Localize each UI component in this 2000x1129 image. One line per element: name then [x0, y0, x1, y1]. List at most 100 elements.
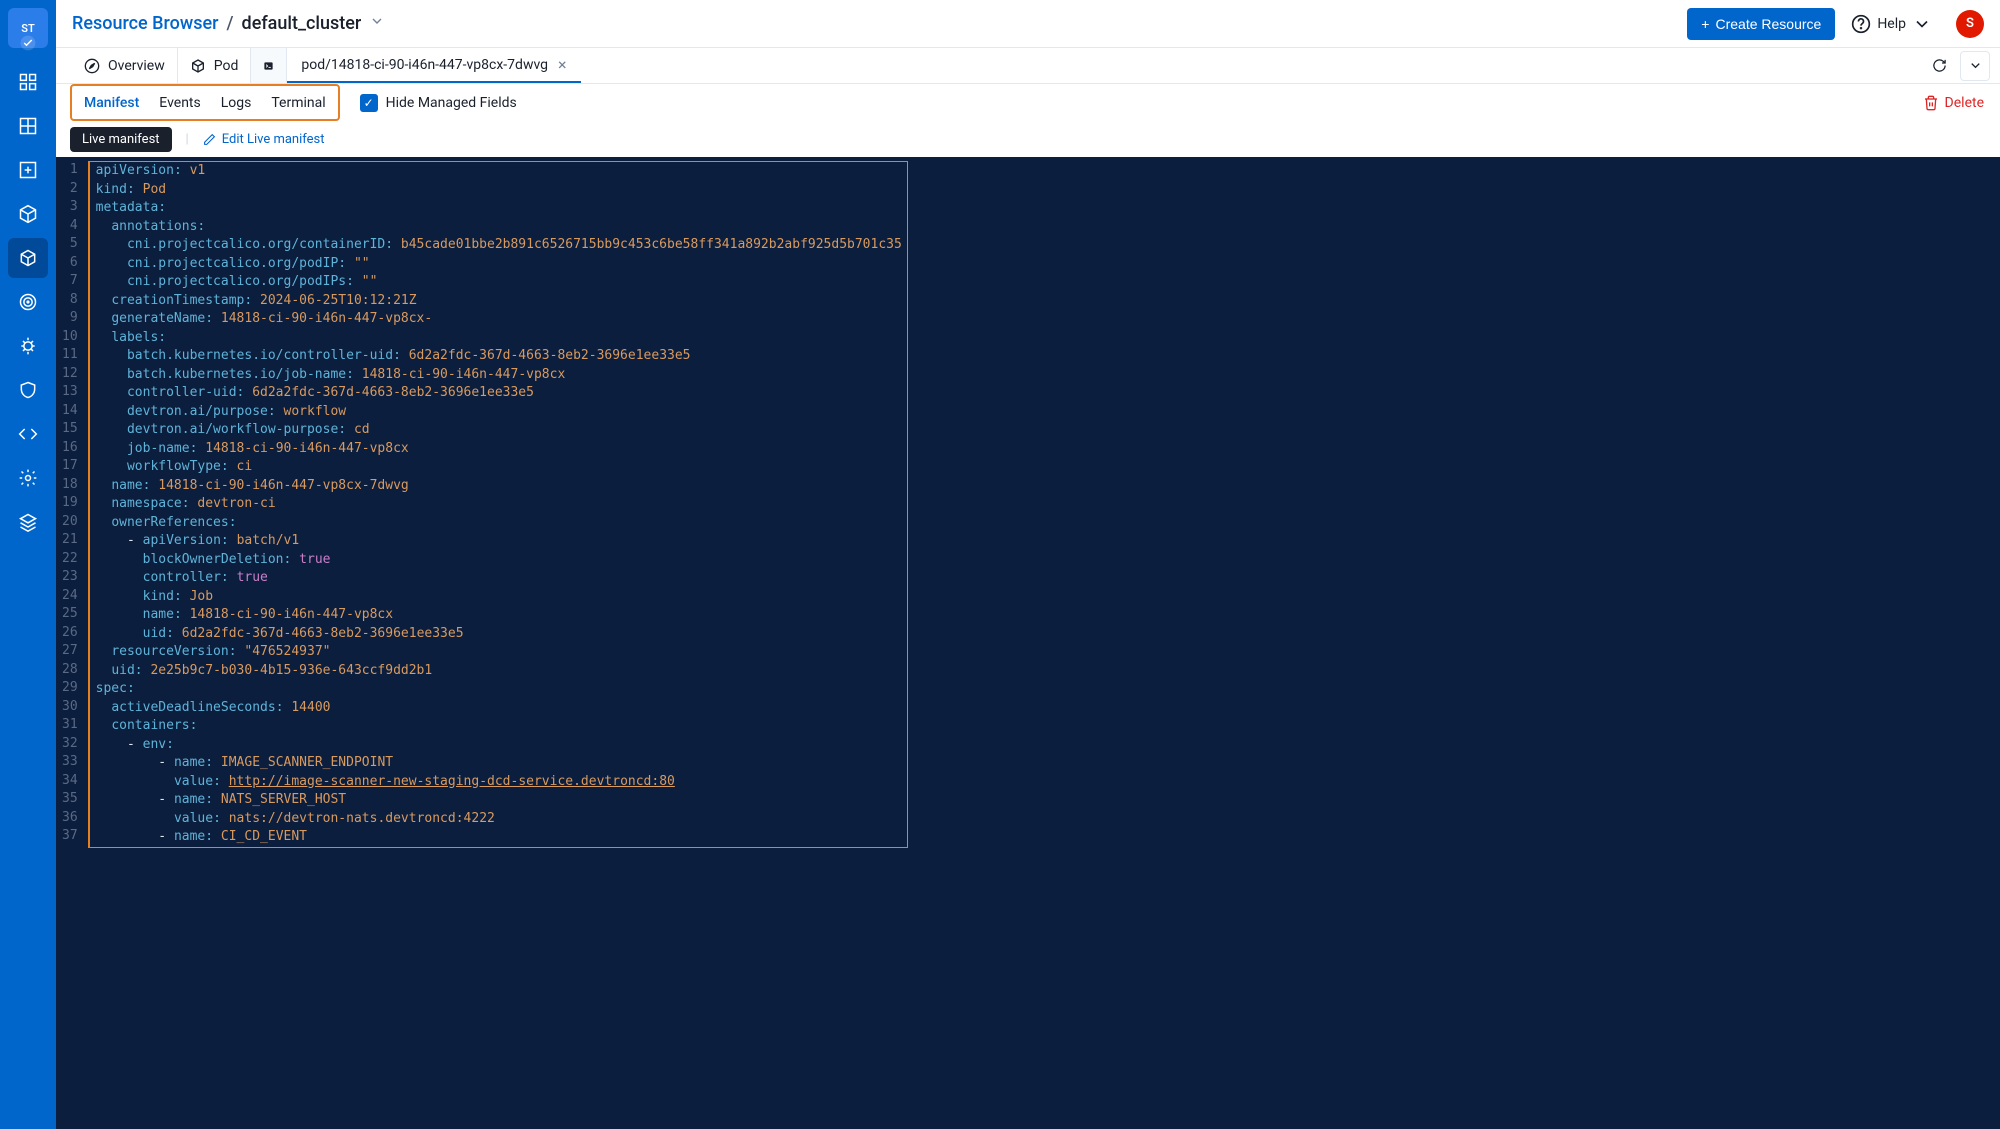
- yaml-line: - name: IMAGE_SCANNER_ENDPOINT: [90, 754, 907, 773]
- terminal-icon: [263, 58, 274, 74]
- nav-cube-icon[interactable]: [8, 238, 48, 278]
- open-pod-tab[interactable]: pod/14818-ci-90-i46n-447-vp8cx-7dwvg ×: [287, 48, 580, 83]
- yaml-line: generateName: 14818-ci-90-i46n-447-vp8cx…: [90, 310, 907, 329]
- breadcrumb-root-link[interactable]: Resource Browser: [72, 13, 219, 34]
- yaml-line: workflowType: ci: [90, 458, 907, 477]
- pod-label: Pod: [214, 58, 239, 74]
- yaml-line: resourceVersion: "476524937": [90, 643, 907, 662]
- subtab-manifest[interactable]: Manifest: [74, 89, 149, 117]
- nav-code-icon[interactable]: [8, 414, 48, 454]
- yaml-line: - env:: [90, 736, 907, 755]
- pencil-icon: [203, 133, 216, 146]
- nav-gear-icon[interactable]: [8, 458, 48, 498]
- yaml-line: cni.projectcalico.org/podIP: "": [90, 255, 907, 274]
- yaml-line: spec:: [90, 680, 907, 699]
- delete-button[interactable]: Delete: [1923, 95, 2000, 111]
- yaml-line: devtron.ai/workflow-purpose: cd: [90, 421, 907, 440]
- yaml-line: kind: Job: [90, 588, 907, 607]
- delete-label: Delete: [1945, 95, 1984, 111]
- yaml-line: kind: Pod: [90, 181, 907, 200]
- yaml-line: name: 14818-ci-90-i46n-447-vp8cx: [90, 606, 907, 625]
- close-icon[interactable]: ×: [558, 55, 567, 74]
- nav-package-icon[interactable]: [8, 194, 48, 234]
- chevron-down-icon: [1968, 58, 1983, 73]
- subtab-terminal[interactable]: Terminal: [261, 89, 335, 117]
- yaml-line: ownerReferences:: [90, 514, 907, 533]
- code-area[interactable]: apiVersion: v1kind: Podmetadata: annotat…: [88, 157, 1044, 1129]
- yaml-line: devtron.ai/purpose: workflow: [90, 403, 907, 422]
- edit-manifest-link[interactable]: Edit Live manifest: [203, 132, 325, 147]
- yaml-line: job-name: 14818-ci-90-i46n-447-vp8cx: [90, 440, 907, 459]
- pod-tab[interactable]: Pod: [178, 48, 252, 83]
- detail-subtabs: Manifest Events Logs Terminal ✓ Hide Man…: [56, 84, 2000, 121]
- create-resource-button[interactable]: + Create Resource: [1687, 8, 1835, 40]
- yaml-line: apiVersion: v1: [90, 162, 907, 181]
- yaml-line: annotations:: [90, 218, 907, 237]
- trash-icon: [1923, 95, 1939, 111]
- subtab-highlight-box: Manifest Events Logs Terminal: [70, 84, 340, 121]
- overview-tab[interactable]: Overview: [72, 48, 178, 83]
- dropdown-button[interactable]: [1960, 51, 1990, 81]
- user-avatar[interactable]: S: [1956, 10, 1984, 38]
- yaml-line: activeDeadlineSeconds: 14400: [90, 699, 907, 718]
- subtab-events[interactable]: Events: [149, 89, 210, 117]
- edit-manifest-label: Edit Live manifest: [222, 132, 325, 147]
- nav-apps-icon[interactable]: [8, 62, 48, 102]
- yaml-line: batch.kubernetes.io/controller-uid: 6d2a…: [90, 347, 907, 366]
- yaml-line: metadata:: [90, 199, 907, 218]
- line-number-gutter: 1234567891011121314151617181920212223242…: [56, 157, 88, 1129]
- yaml-line: uid: 2e25b9c7-b030-4b15-936e-643ccf9dd2b…: [90, 662, 907, 681]
- breadcrumb: Resource Browser / default_cluster: [72, 13, 385, 34]
- refresh-button[interactable]: [1924, 51, 1954, 81]
- terminal-icon-tab[interactable]: [251, 48, 287, 83]
- help-label: Help: [1877, 16, 1906, 32]
- yaml-line: value: nats://devtron-nats.devtroncd:422…: [90, 810, 907, 829]
- nav-add-panel-icon[interactable]: [8, 150, 48, 190]
- cube-icon: [190, 58, 206, 74]
- hide-managed-fields-toggle[interactable]: ✓ Hide Managed Fields: [360, 94, 517, 112]
- compass-icon: [84, 58, 100, 74]
- help-icon: [1851, 14, 1871, 34]
- yaml-line: cni.projectcalico.org/podIPs: "": [90, 273, 907, 292]
- yaml-line: controller-uid: 6d2a2fdc-367d-4663-8eb2-…: [90, 384, 907, 403]
- yaml-line: namespace: devtron-ci: [90, 495, 907, 514]
- help-menu[interactable]: Help: [1843, 8, 1940, 40]
- yaml-editor[interactable]: 1234567891011121314151617181920212223242…: [56, 157, 2000, 1129]
- yaml-line: creationTimestamp: 2024-06-25T10:12:21Z: [90, 292, 907, 311]
- nav-bug-icon[interactable]: [8, 326, 48, 366]
- refresh-icon: [1932, 58, 1947, 73]
- yaml-line: - name: CI_CD_EVENT: [90, 828, 907, 847]
- yaml-line: name: 14818-ci-90-i46n-447-vp8cx-7dwvg: [90, 477, 907, 496]
- plus-icon: +: [1701, 16, 1709, 32]
- yaml-line: batch.kubernetes.io/job-name: 14818-ci-9…: [90, 366, 907, 385]
- yaml-line: value: http://image-scanner-new-staging-…: [90, 773, 907, 792]
- yaml-line: - name: NATS_SERVER_HOST: [90, 791, 907, 810]
- logo-badge-icon: [19, 34, 37, 52]
- yaml-line: - apiVersion: batch/v1: [90, 532, 907, 551]
- open-tab-label: pod/14818-ci-90-i46n-447-vp8cx-7dwvg: [301, 57, 548, 73]
- breadcrumb-current: default_cluster: [242, 13, 362, 34]
- yaml-line: containers:: [90, 717, 907, 736]
- live-manifest-pill[interactable]: Live manifest: [70, 127, 172, 152]
- overview-label: Overview: [108, 58, 165, 74]
- hide-managed-label: Hide Managed Fields: [386, 95, 517, 111]
- chevron-down-icon[interactable]: [369, 13, 385, 34]
- yaml-line: controller: true: [90, 569, 907, 588]
- nav-stack-icon[interactable]: [8, 502, 48, 542]
- nav-shield-icon[interactable]: [8, 370, 48, 410]
- nav-target-icon[interactable]: [8, 282, 48, 322]
- subtab-logs[interactable]: Logs: [211, 89, 262, 117]
- yaml-line: cni.projectcalico.org/containerID: b45ca…: [90, 236, 907, 255]
- context-tabbar: Overview Pod pod/14818-ci-90-i46n-447-vp…: [56, 48, 2000, 84]
- checkbox-checked-icon: ✓: [360, 94, 378, 112]
- manifest-toolbar: Live manifest | Edit Live manifest: [56, 121, 2000, 157]
- vertical-divider: |: [186, 132, 189, 147]
- nav-grid-icon[interactable]: [8, 106, 48, 146]
- create-resource-label: Create Resource: [1715, 16, 1821, 32]
- logo-text: ST: [21, 22, 34, 35]
- yaml-line: uid: 6d2a2fdc-367d-4663-8eb2-3696e1ee33e…: [90, 625, 907, 644]
- yaml-line: blockOwnerDeletion: true: [90, 551, 907, 570]
- chevron-down-icon: [1912, 14, 1932, 34]
- yaml-line: labels:: [90, 329, 907, 348]
- app-logo[interactable]: ST: [8, 8, 48, 48]
